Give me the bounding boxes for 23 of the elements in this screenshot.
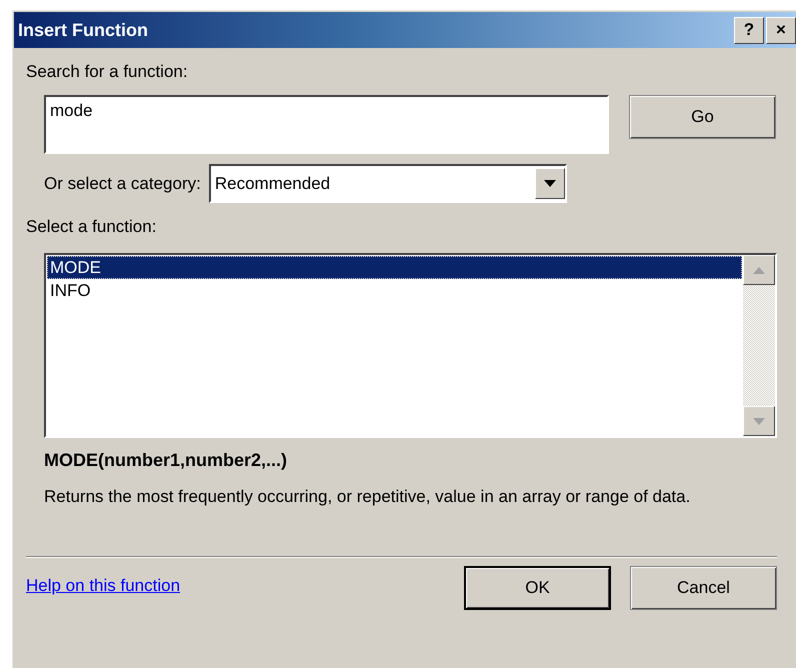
function-description: Returns the most frequently occurring, or repetitive, value in an array or range of data. [44,486,692,508]
function-item[interactable]: INFO [47,279,742,302]
close-button[interactable]: × [766,16,796,44]
go-button[interactable]: Go [629,95,776,139]
help-link[interactable]: Help on this function [26,576,464,596]
scroll-down-button[interactable] [743,406,775,436]
scrollbar[interactable] [743,255,775,436]
search-label: Search for a function: [26,62,189,82]
scroll-up-button[interactable] [743,255,775,285]
caret-icon [544,180,556,187]
search-field[interactable]: mode [44,95,609,154]
function-signature: MODE(number1,number2,...) [44,450,288,471]
cancel-button[interactable]: Cancel [630,566,777,610]
function-list-label: Select a function: [26,217,158,237]
ok-button[interactable]: OK [464,566,611,610]
category-label: Or select a category: [44,174,201,194]
help-button[interactable]: ? [734,16,764,44]
category-dropdown[interactable]: Recommended [208,164,567,203]
down-arrow-icon [753,418,765,424]
up-arrow-icon [753,266,765,274]
dropdown-button[interactable] [534,168,565,199]
function-item[interactable]: MODE [47,256,742,279]
window-title: Insert Function [18,20,148,40]
